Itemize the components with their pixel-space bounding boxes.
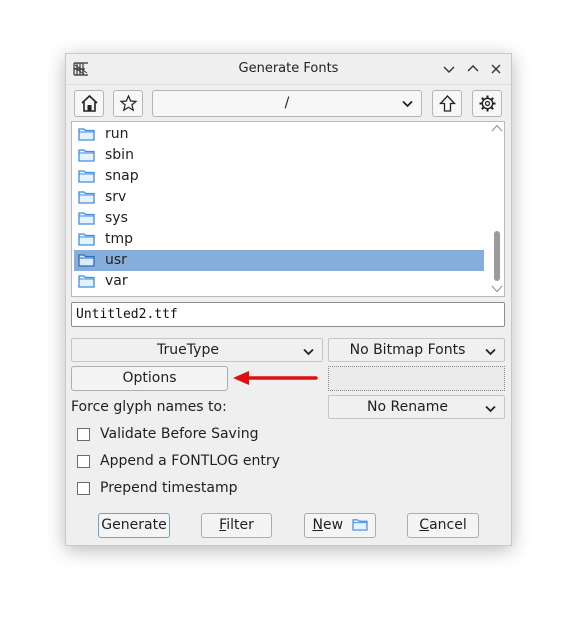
folder-icon bbox=[78, 233, 95, 246]
scroll-up-arrow-icon[interactable] bbox=[491, 123, 503, 133]
chevron-up-icon bbox=[467, 65, 479, 72]
bookmarks-button[interactable] bbox=[113, 90, 143, 117]
list-item[interactable]: srv bbox=[74, 187, 484, 208]
chevron-down-icon bbox=[402, 100, 413, 108]
folder-icon bbox=[78, 191, 95, 204]
new-label: ew bbox=[322, 517, 344, 533]
file-name: srv bbox=[105, 189, 127, 205]
gear-icon bbox=[479, 95, 496, 112]
star-icon bbox=[119, 94, 138, 112]
list-item[interactable]: tmp bbox=[74, 229, 484, 250]
chevron-down-icon bbox=[485, 405, 496, 413]
file-name: var bbox=[105, 273, 128, 289]
bitmap-format-value: No Bitmap Fonts bbox=[349, 342, 466, 358]
filter-button[interactable]: Filter bbox=[201, 513, 272, 538]
minimize-button[interactable] bbox=[440, 60, 458, 78]
file-list[interactable]: run sbin snap srv sys tmp usr var bbox=[71, 121, 505, 297]
filename-input[interactable]: Untitled2.ttf bbox=[71, 302, 505, 327]
list-item[interactable]: sys bbox=[74, 208, 484, 229]
scrollbar-thumb[interactable] bbox=[494, 231, 500, 281]
title-bar: Generate Fonts bbox=[66, 54, 511, 85]
arrow-up-icon bbox=[439, 95, 456, 112]
timestamp-checkbox[interactable] bbox=[77, 482, 90, 495]
cancel-button[interactable]: Cancel bbox=[407, 513, 479, 538]
folder-icon bbox=[78, 275, 95, 288]
file-name: usr bbox=[105, 252, 127, 268]
chevron-down-icon bbox=[443, 66, 455, 73]
filter-label: ilter bbox=[226, 517, 254, 533]
path-dropdown[interactable]: / bbox=[152, 90, 422, 117]
file-name: sys bbox=[105, 210, 128, 226]
list-item[interactable]: run bbox=[74, 124, 484, 145]
generate-fonts-dialog: Generate Fonts / run sbin snap srv sys t… bbox=[65, 53, 512, 546]
validate-label: Validate Before Saving bbox=[100, 426, 259, 442]
validate-checkbox[interactable] bbox=[77, 428, 90, 441]
folder-icon bbox=[78, 149, 95, 162]
cancel-label: ancel bbox=[429, 517, 467, 533]
outline-format-value: TrueType bbox=[157, 342, 219, 358]
path-value: / bbox=[284, 95, 290, 111]
fontlog-checkbox[interactable] bbox=[77, 455, 90, 468]
folder-icon bbox=[78, 212, 95, 225]
new-folder-button[interactable]: New bbox=[304, 513, 376, 538]
chevron-down-icon bbox=[485, 348, 496, 356]
glyph-names-label: Force glyph names to: bbox=[71, 399, 227, 415]
parent-directory-button[interactable] bbox=[432, 90, 462, 117]
scroll-down-arrow-icon[interactable] bbox=[491, 284, 503, 294]
options-button[interactable]: Options bbox=[71, 366, 228, 391]
file-name: tmp bbox=[105, 231, 134, 247]
close-button[interactable] bbox=[487, 60, 505, 78]
red-arrow-annotation bbox=[233, 371, 318, 385]
file-name: snap bbox=[105, 168, 139, 184]
home-icon bbox=[81, 94, 98, 112]
list-item[interactable]: sbin bbox=[74, 145, 484, 166]
folder-icon bbox=[78, 128, 95, 141]
maximize-button[interactable] bbox=[464, 60, 482, 78]
bitmap-format-dropdown[interactable]: No Bitmap Fonts bbox=[328, 338, 505, 362]
glyph-rename-value: No Rename bbox=[367, 399, 448, 415]
settings-button[interactable] bbox=[472, 90, 502, 117]
generate-button[interactable]: Generate bbox=[98, 513, 170, 538]
chevron-down-icon bbox=[303, 348, 314, 356]
outline-format-dropdown[interactable]: TrueType bbox=[71, 338, 323, 362]
fontlog-label: Append a FONTLOG entry bbox=[100, 453, 280, 469]
folder-icon bbox=[351, 519, 368, 531]
file-name: sbin bbox=[105, 147, 134, 163]
bitmap-options-field bbox=[328, 366, 505, 391]
close-icon bbox=[491, 64, 501, 74]
folder-icon bbox=[78, 254, 95, 267]
folder-icon bbox=[78, 170, 95, 183]
timestamp-label: Prepend timestamp bbox=[100, 480, 238, 496]
glyph-rename-dropdown[interactable]: No Rename bbox=[328, 395, 505, 419]
file-name: run bbox=[105, 126, 129, 142]
list-item[interactable]: snap bbox=[74, 166, 484, 187]
home-button[interactable] bbox=[74, 90, 104, 117]
list-item-selected[interactable]: usr bbox=[74, 250, 484, 271]
list-item[interactable]: var bbox=[74, 271, 484, 292]
